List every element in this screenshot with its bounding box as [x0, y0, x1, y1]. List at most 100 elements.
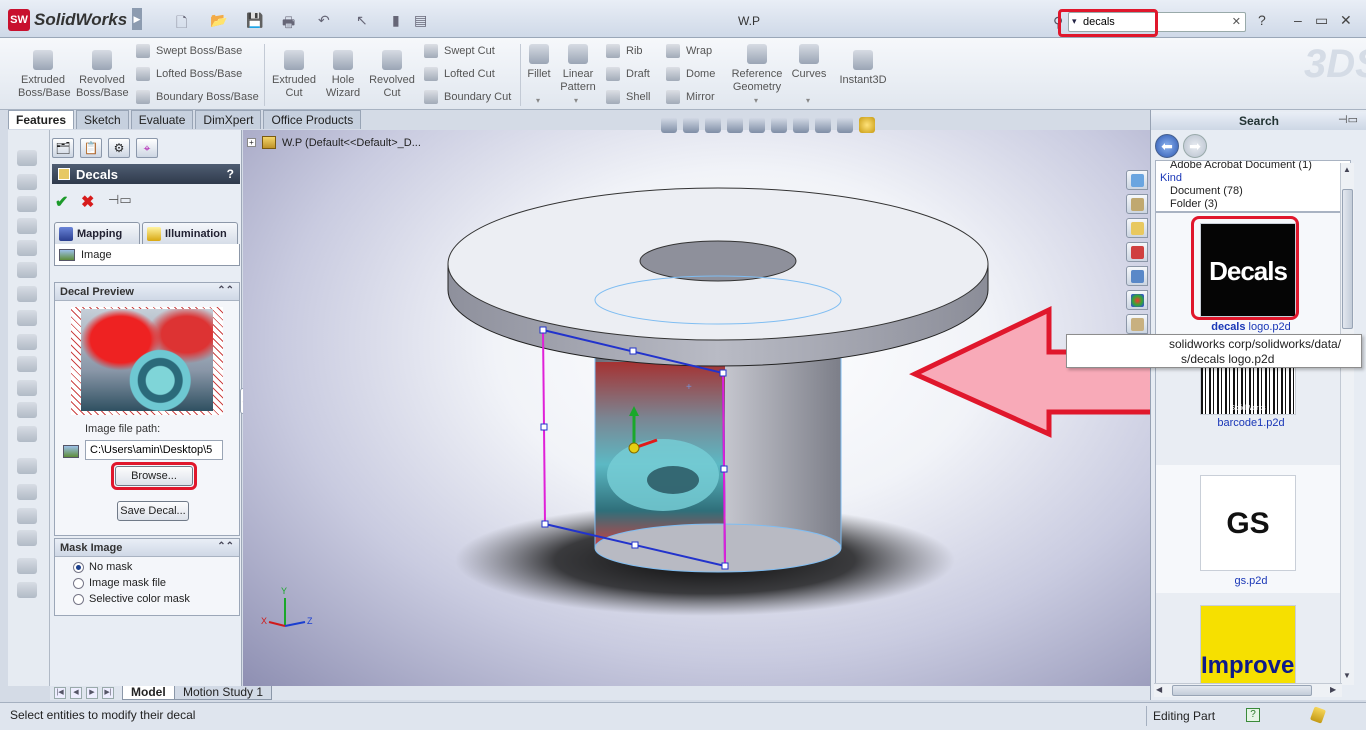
tab-illumination[interactable]: Illumination	[142, 222, 238, 244]
pattern-dropdown-icon[interactable]: ▾	[574, 96, 578, 105]
rebuild-icon[interactable]: ▮	[392, 12, 400, 30]
revolved-cut-button[interactable]: Revolved Cut	[368, 50, 416, 100]
graphics-area[interactable]: + W.P (Default<<Default>_D... + Y X Z	[243, 130, 1150, 686]
pm-help-icon[interactable]: ?	[227, 167, 234, 181]
scroll-thumb[interactable]	[1172, 685, 1312, 696]
toolbar-icon[interactable]	[17, 458, 37, 474]
results-horizontal-scrollbar[interactable]: ◀ ▶	[1154, 683, 1342, 697]
dimxpert-manager-tab-icon[interactable]: ⌖	[136, 138, 158, 158]
scroll-thumb[interactable]	[1342, 189, 1353, 329]
task-pane-pin-icon[interactable]: ⊣▭	[1338, 113, 1358, 126]
tab-office-products[interactable]: Office Products	[263, 110, 362, 129]
filter-folder[interactable]: Folder (3)	[1170, 198, 1218, 210]
curves-dropdown-icon[interactable]: ▾	[806, 96, 810, 105]
toolbar-icon[interactable]	[17, 402, 37, 418]
result-label[interactable]: decals logo.p2d	[1156, 321, 1346, 333]
search-tab[interactable]	[1126, 242, 1148, 262]
pushpin-icon[interactable]: ⊣▭	[108, 192, 132, 208]
save-decal-button[interactable]: Save Decal...	[117, 501, 189, 521]
filter-document[interactable]: Document (78)	[1170, 185, 1243, 197]
extruded-boss-button[interactable]: Extruded Boss/Base	[18, 50, 71, 100]
radio-image-mask-file[interactable]: Image mask file	[73, 577, 166, 589]
last-tab-icon[interactable]: ▶|	[102, 687, 114, 699]
shell-button[interactable]: Shell	[606, 90, 650, 104]
boundary-boss-button[interactable]: Boundary Boss/Base	[136, 90, 259, 104]
swept-boss-button[interactable]: Swept Boss/Base	[136, 44, 242, 58]
group-header[interactable]: Decal Preview ⌃⌃	[55, 283, 239, 301]
maximize-button[interactable]: ▭	[1315, 12, 1328, 29]
refgeom-dropdown-icon[interactable]: ▾	[754, 96, 758, 105]
result-item[interactable]: Improved	[1156, 593, 1346, 683]
swept-cut-button[interactable]: Swept Cut	[424, 44, 495, 58]
toolbar-icon[interactable]	[17, 240, 37, 256]
close-button[interactable]: ✕	[1340, 12, 1352, 29]
next-tab-icon[interactable]: ▶	[86, 687, 98, 699]
toolbar-icon[interactable]	[17, 484, 37, 500]
clear-search-icon[interactable]: ✕	[1232, 15, 1241, 28]
toolbar-icon[interactable]	[17, 310, 37, 326]
result-item[interactable]: GS gs.p2d	[1156, 465, 1346, 593]
results-vertical-scrollbar[interactable]: ▲ ▼	[1340, 163, 1354, 685]
solidworks-resources-tab[interactable]	[1126, 170, 1148, 190]
toolbar-icon[interactable]	[17, 380, 37, 396]
prev-tab-icon[interactable]: ◀	[70, 687, 82, 699]
image-file-path-input[interactable]	[85, 440, 223, 460]
tab-features[interactable]: Features	[8, 110, 75, 129]
first-tab-icon[interactable]: |◀	[54, 687, 66, 699]
filter-item[interactable]: Adobe Acrobat Document (1)	[1170, 161, 1312, 171]
boundary-cut-button[interactable]: Boundary Cut	[424, 90, 511, 104]
undo-icon[interactable]: ↶	[318, 12, 330, 30]
options-icon[interactable]: ▤	[414, 12, 427, 30]
tab-dimxpert[interactable]: DimXpert	[195, 110, 262, 129]
view-settings-icon[interactable]	[859, 117, 875, 133]
lofted-cut-button[interactable]: Lofted Cut	[424, 67, 495, 81]
zoom-to-fit-icon[interactable]	[661, 117, 677, 133]
view-orientation-icon[interactable]	[749, 117, 765, 133]
design-library-tab[interactable]	[1126, 194, 1148, 214]
toolbar-icon[interactable]	[17, 508, 37, 524]
toolbar-icon[interactable]	[17, 174, 37, 190]
revolved-boss-button[interactable]: Revolved Boss/Base	[76, 50, 129, 100]
toolbar-icon[interactable]	[17, 150, 37, 166]
toolbar-icon[interactable]	[17, 334, 37, 350]
reference-geometry-button[interactable]: Reference Geometry	[730, 44, 784, 94]
zoom-to-area-icon[interactable]	[683, 117, 699, 133]
collapse-icon[interactable]: ⌃⌃	[217, 285, 234, 296]
section-view-icon[interactable]	[727, 117, 743, 133]
lofted-boss-button[interactable]: Lofted Boss/Base	[136, 67, 242, 81]
tab-mapping[interactable]: Mapping	[54, 222, 140, 244]
rib-button[interactable]: Rib	[606, 44, 643, 58]
curves-button[interactable]: Curves	[790, 44, 828, 81]
solidworks-logo[interactable]: SW SolidWorks	[8, 8, 127, 32]
instant3d-button[interactable]: Instant3D	[838, 50, 888, 87]
draft-button[interactable]: Draft	[606, 67, 650, 81]
apply-scene-icon[interactable]	[837, 117, 853, 133]
help-button[interactable]: ?	[1258, 12, 1266, 28]
collapse-icon[interactable]: ⌃⌃	[217, 541, 234, 552]
open-icon[interactable]: 📂	[210, 12, 227, 30]
radio-no-mask[interactable]: No mask	[73, 561, 132, 573]
scroll-right-icon[interactable]: ▶	[1330, 685, 1336, 694]
help-icon[interactable]: ?	[1246, 708, 1260, 722]
minimize-button[interactable]: –	[1294, 12, 1302, 28]
configuration-manager-tab-icon[interactable]: ⚙	[108, 138, 130, 158]
toolbar-icon[interactable]	[17, 530, 37, 546]
select-arrow-icon[interactable]: ↖	[356, 12, 368, 30]
toolbar-icon[interactable]	[17, 426, 37, 442]
hide-show-items-icon[interactable]	[793, 117, 809, 133]
mirror-button[interactable]: Mirror	[666, 90, 715, 104]
radio-selective-color-mask[interactable]: Selective color mask	[73, 593, 190, 605]
dome-button[interactable]: Dome	[666, 67, 715, 81]
result-label[interactable]: gs.p2d	[1156, 575, 1346, 587]
appearances-tab[interactable]	[1126, 290, 1148, 310]
file-explorer-tab[interactable]	[1126, 218, 1148, 238]
feature-manager-tab-icon[interactable]: 🗂	[52, 138, 74, 158]
toolbar-icon[interactable]	[17, 262, 37, 278]
hole-wizard-button[interactable]: Hole Wizard	[322, 50, 364, 100]
property-manager-tab-icon[interactable]: 📋	[80, 138, 102, 158]
custom-properties-tab[interactable]	[1126, 314, 1148, 334]
tab-evaluate[interactable]: Evaluate	[130, 110, 194, 129]
view-palette-tab[interactable]	[1126, 266, 1148, 286]
toolbar-icon[interactable]	[17, 196, 37, 212]
scroll-left-icon[interactable]: ◀	[1156, 685, 1162, 694]
